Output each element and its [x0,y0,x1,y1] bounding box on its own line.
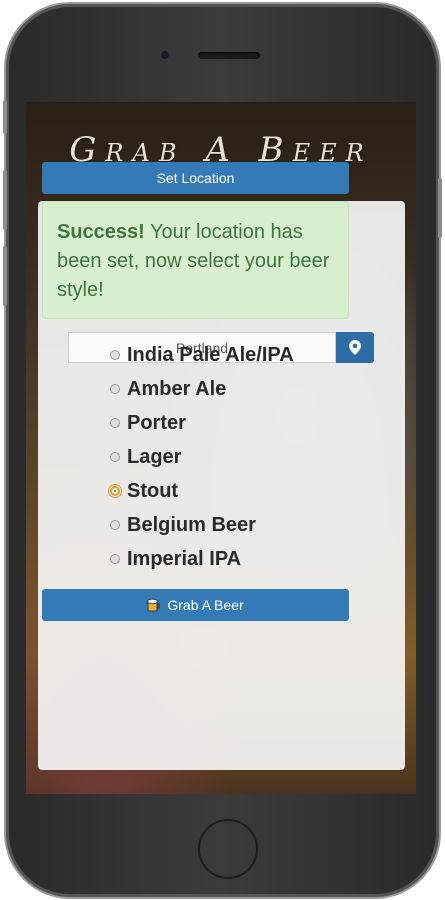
success-alert: Success! Your location has been set, now… [42,201,349,319]
radio-button[interactable] [108,484,122,498]
volume-up-button [3,170,7,230]
radio-label: Lager [127,445,182,468]
radio-label: Stout [127,479,179,502]
grab-a-beer-label: Grab A Beer [167,597,244,613]
set-location-button[interactable]: Set Location [42,162,349,194]
radio-button[interactable] [110,350,120,360]
home-button[interactable] [198,819,258,879]
volume-down-button [3,246,7,306]
radio-belgium-beer[interactable]: Belgium Beer [110,508,294,542]
radio-label: Amber Ale [127,377,227,400]
locate-button[interactable] [336,332,374,363]
radio-porter[interactable]: Porter [110,406,294,440]
radio-button[interactable] [110,418,120,428]
radio-imperial-ipa[interactable]: Imperial IPA [110,542,294,576]
radio-label: India Pale Ale/IPA [127,343,294,366]
radio-button[interactable] [110,520,120,530]
radio-label: Imperial IPA [127,547,242,570]
beer-mug-icon [147,598,160,612]
radio-button[interactable] [110,384,120,394]
power-button [438,178,442,238]
beer-style-radio-group: India Pale Ale/IPA Amber Ale Porter Lage… [108,338,294,576]
alert-strong: Success! [57,221,145,243]
radio-amber-ale[interactable]: Amber Ale [110,372,294,406]
map-marker-icon [349,340,361,355]
earpiece-speaker [198,52,260,59]
radio-label: Porter [127,411,186,434]
radio-button[interactable] [110,554,120,564]
front-camera [161,51,169,59]
radio-lager[interactable]: Lager [110,440,294,474]
radio-stout[interactable]: Stout [108,474,294,508]
grab-a-beer-button[interactable]: Grab A Beer [42,589,349,621]
radio-label: Belgium Beer [127,513,256,536]
mute-switch [3,100,7,134]
radio-button[interactable] [110,452,120,462]
radio-india-pale-ale[interactable]: India Pale Ale/IPA [110,338,294,372]
